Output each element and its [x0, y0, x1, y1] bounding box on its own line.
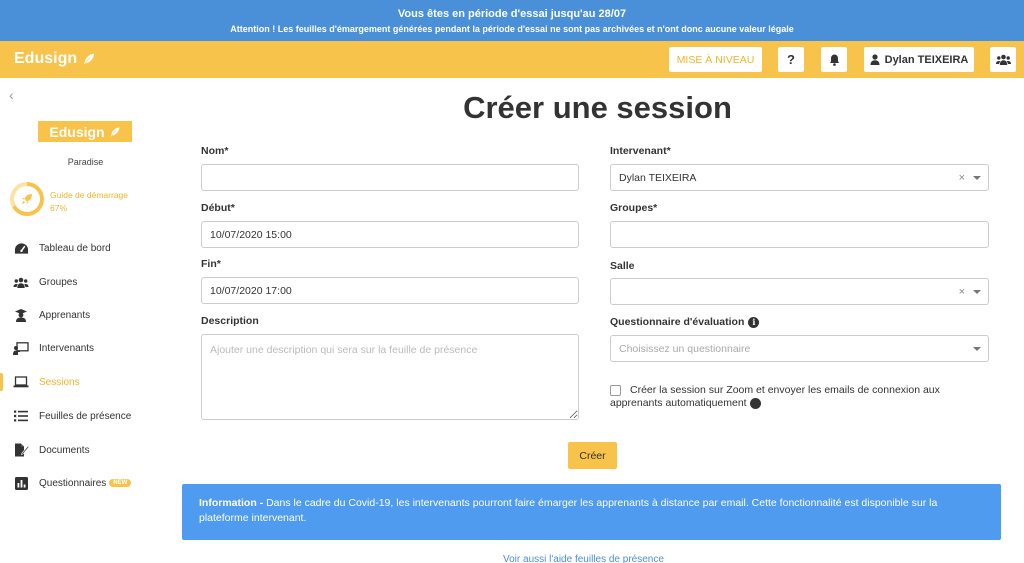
upgrade-button[interactable]: MISE À NIVEAU [669, 47, 762, 72]
sidebar-logo: Edusign [38, 121, 132, 142]
debut-label: Début* [201, 202, 235, 214]
questionnaire-label: Questionnaire d'évaluation [610, 316, 745, 328]
zoom-checkbox-label[interactable]: Créer la session sur Zoom et envoyer les… [610, 384, 940, 409]
guide-link[interactable]: Guide de démarrage 67% [50, 189, 128, 215]
groupes-select[interactable] [610, 221, 989, 248]
help-button[interactable]: ? [778, 47, 804, 72]
intervenant-select[interactable]: Dylan TEIXEIRA × [610, 164, 989, 191]
teacher-icon [13, 341, 29, 355]
bell-icon [829, 54, 839, 66]
chevron-down-icon[interactable] [973, 289, 981, 294]
truncated-link[interactable]: Voir aussi l'aide feuilles de présence [503, 554, 664, 563]
info-text: Dans le cadre du Covid-19, les intervena… [199, 497, 938, 524]
clear-icon[interactable]: × [959, 172, 965, 184]
brand-logo[interactable]: Edusign [14, 50, 96, 68]
rocket-icon [22, 194, 32, 204]
graduate-icon [15, 309, 27, 322]
chevron-down-icon[interactable] [973, 346, 981, 351]
info-banner: Information - Dans le cadre du Covid-19,… [182, 484, 1001, 540]
new-badge: NEW [109, 479, 132, 487]
guide-label: Guide de démarrage [50, 190, 128, 200]
sidebar-logo-text: Edusign [49, 123, 105, 140]
dashboard-icon [14, 242, 28, 254]
fin-datetime-input[interactable]: 10/07/2020 17:00 [201, 277, 579, 304]
team-button[interactable] [990, 47, 1016, 72]
user-icon [870, 54, 880, 65]
feather-icon [110, 127, 120, 136]
chevron-down-icon[interactable] [973, 175, 981, 180]
debut-datetime-input[interactable]: 10/07/2020 15:00 [201, 221, 579, 248]
file-signature-icon [14, 443, 29, 457]
questionnaire-placeholder: Choisissez un questionnaire [619, 342, 751, 355]
sidebar-item-documents[interactable]: Documents [0, 438, 171, 462]
sidebar-item-apprenants[interactable]: Apprenants [0, 303, 171, 327]
guide-progress-ring[interactable] [10, 182, 44, 216]
sidebar-item-questionnaires[interactable]: Questionnaires NEW [0, 471, 171, 495]
user-menu-button[interactable]: Dylan TEIXEIRA [864, 47, 974, 72]
nom-label: Nom* [201, 145, 229, 157]
description-textarea[interactable] [201, 334, 579, 420]
brand-name: Edusign [14, 50, 78, 67]
chart-icon [14, 476, 28, 490]
guide-progress: 67% [50, 203, 68, 213]
intervenant-label: Intervenant* [610, 145, 671, 157]
clear-icon[interactable]: × [959, 286, 965, 298]
sidebar-item-label: Sessions [39, 376, 80, 388]
collapse-sidebar-icon[interactable]: ‹ [9, 87, 14, 103]
users-icon [13, 277, 29, 288]
create-button[interactable]: Créer [568, 442, 617, 469]
nom-input[interactable] [201, 164, 579, 191]
sidebar: ‹ Edusign Paradise Guide de démarrage 67… [0, 78, 171, 563]
sidebar-item-dashboard[interactable]: Tableau de bord [0, 236, 171, 260]
organization-name: Paradise [67, 157, 104, 167]
groupes-label: Groupes* [610, 202, 658, 214]
info-icon[interactable]: i [749, 398, 767, 409]
zoom-option: Créer la session sur Zoom et envoyer les… [610, 384, 970, 410]
notifications-button[interactable] [821, 47, 847, 72]
sidebar-item-feuilles[interactable]: Feuilles de présence [0, 404, 171, 428]
top-navbar: Edusign MISE À NIVEAU ? Dylan TEIXEIRA [0, 41, 1024, 78]
laptop-icon [13, 376, 29, 388]
salle-label: Salle [610, 260, 635, 272]
sidebar-item-label: Questionnaires [39, 477, 107, 489]
users-icon [995, 54, 1011, 65]
sidebar-item-sessions[interactable]: Sessions [0, 370, 171, 394]
sidebar-item-label: Documents [39, 444, 90, 456]
main-content: Créer une session Nom* Début* 10/07/2020… [171, 78, 1024, 563]
sidebar-item-label: Feuilles de présence [39, 410, 132, 422]
sidebar-item-label: Apprenants [39, 309, 91, 321]
trial-banner-warning: Attention ! Les feuilles d'émargement gé… [230, 24, 794, 34]
questionnaire-select[interactable]: Choisissez un questionnaire [610, 335, 989, 362]
sidebar-item-label: Intervenants [39, 342, 95, 354]
page-title: Créer une session [463, 90, 732, 125]
trial-banner: Vous êtes en période d'essai jusqu'au 28… [0, 0, 1024, 41]
info-title: Information - [199, 497, 267, 509]
sidebar-item-groupes[interactable]: Groupes [0, 270, 171, 294]
questionnaire-label-row: Questionnaire d'évaluation i [610, 316, 760, 328]
fin-label: Fin* [201, 258, 221, 270]
info-icon[interactable]: i [748, 316, 760, 328]
sidebar-item-intervenants[interactable]: Intervenants [0, 336, 171, 360]
trial-banner-title: Vous êtes en période d'essai jusqu'au 28… [397, 8, 627, 20]
intervenant-value: Dylan TEIXEIRA [619, 171, 697, 184]
user-name: Dylan TEIXEIRA [884, 53, 969, 66]
salle-select[interactable]: × [610, 278, 989, 305]
sidebar-item-label: Groupes [39, 276, 78, 288]
list-icon [14, 410, 28, 422]
feather-icon [83, 53, 95, 65]
description-label: Description [201, 315, 259, 327]
sidebar-item-label: Tableau de bord [39, 242, 111, 254]
